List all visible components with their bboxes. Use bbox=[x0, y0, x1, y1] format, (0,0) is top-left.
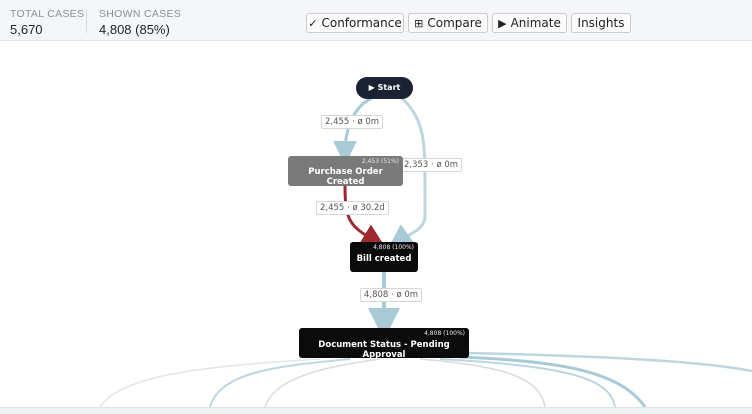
total-cases-value: 5,670 bbox=[10, 22, 43, 37]
node-label: Document Status - Pending Approval bbox=[318, 340, 450, 360]
purchase-order-node[interactable]: 2,453 (51%) Purchase Order Created bbox=[288, 156, 403, 187]
play-icon: ▶ bbox=[498, 16, 507, 30]
node-count: 4,808 (100%) bbox=[373, 244, 414, 251]
checkmark-icon: ✓ bbox=[308, 16, 318, 30]
compare-button[interactable]: ⊞ Compare bbox=[408, 13, 488, 33]
edge-label-start-to-bill: 2,353 · ø 0m bbox=[400, 158, 463, 172]
edge-doc-out-6 bbox=[459, 355, 647, 407]
conformance-label: Conformance bbox=[321, 16, 402, 30]
stat-divider bbox=[86, 9, 87, 33]
edge-label-bill-to-doc: 4,808 · ø 0m bbox=[360, 288, 423, 302]
grid-icon: ⊞ bbox=[414, 16, 424, 30]
node-label: Purchase Order Created bbox=[308, 167, 383, 187]
total-cases-stat: TOTAL CASES 5,670 bbox=[10, 8, 84, 37]
insights-label: Insights bbox=[577, 16, 625, 30]
total-cases-label: TOTAL CASES bbox=[10, 8, 85, 20]
node-label: Bill created bbox=[356, 254, 412, 264]
animate-button[interactable]: ▶ Animate bbox=[492, 13, 567, 33]
process-map-canvas[interactable]: 2,455 · ø 0m 2,353 · ø 0m 2,455 · ø 30.2… bbox=[0, 41, 752, 407]
start-node-label: Start bbox=[377, 83, 401, 92]
shown-cases-value: 4,808 (85%) bbox=[99, 22, 170, 37]
play-icon: ▶ bbox=[368, 83, 375, 92]
insights-button[interactable]: Insights bbox=[571, 13, 631, 33]
edge-doc-out-5 bbox=[439, 358, 616, 407]
node-count: 2,453 (51%) bbox=[361, 158, 399, 165]
edge-label-po-to-bill: 2,455 · ø 30.2d bbox=[316, 201, 389, 215]
document-status-node[interactable]: 4,808 (100%) Document Status - Pending A… bbox=[299, 328, 469, 360]
shown-cases-label: SHOWN CASES bbox=[99, 8, 182, 20]
node-count: 4,808 (100%) bbox=[424, 330, 465, 337]
edge-label-start-to-po: 2,455 · ø 0m bbox=[321, 115, 384, 129]
top-bar: TOTAL CASES 5,670 SHOWN CASES 4,808 (85%… bbox=[0, 0, 752, 41]
animate-label: Animate bbox=[510, 16, 561, 30]
shown-cases-stat: SHOWN CASES 4,808 (85%) bbox=[99, 8, 181, 37]
start-node[interactable]: ▶ Start bbox=[356, 77, 413, 99]
edge-doc-out-7 bbox=[468, 351, 752, 373]
conformance-button[interactable]: ✓ Conformance bbox=[306, 13, 404, 33]
bill-created-node[interactable]: 4,808 (100%) Bill created bbox=[350, 242, 418, 272]
compare-label: Compare bbox=[427, 16, 482, 30]
